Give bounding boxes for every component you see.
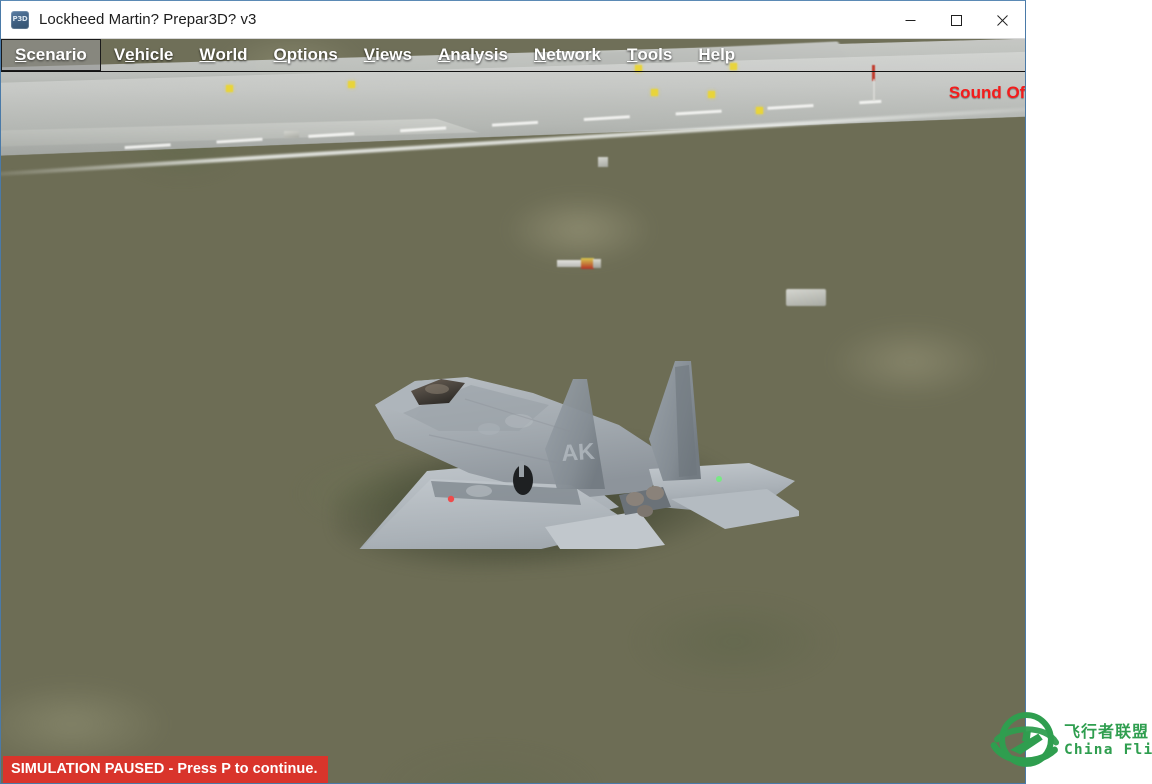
nose-landing-gear-strut bbox=[519, 461, 524, 477]
menu-accel-options: O bbox=[274, 45, 287, 65]
ground-object bbox=[598, 157, 608, 167]
menu-accel-scenario: S bbox=[15, 45, 26, 65]
runway-sign-post bbox=[873, 79, 875, 101]
tail-code: AK bbox=[561, 438, 596, 466]
menu-accel-analysis: A bbox=[438, 45, 450, 65]
menu-item-network[interactable]: Network bbox=[521, 39, 614, 71]
nozzle-detail-b bbox=[646, 486, 664, 500]
close-icon bbox=[997, 15, 1008, 26]
ground-object bbox=[284, 131, 299, 138]
menu-item-scenario[interactable]: Scenario bbox=[1, 39, 101, 71]
menu-accel-world: W bbox=[199, 45, 215, 65]
watermark-title-en: China Flier bbox=[1064, 743, 1152, 758]
menu-accel-help: H bbox=[698, 45, 710, 65]
menu-accel-network: N bbox=[534, 45, 546, 65]
taxiway-marker bbox=[651, 89, 658, 96]
simulation-viewport[interactable]: AK Sound Off SIMULA bbox=[1, 39, 1025, 783]
menu-label-scenario: cenario bbox=[26, 45, 86, 65]
nozzle-detail-c bbox=[637, 505, 653, 517]
left-vertical-stabilizer bbox=[545, 379, 605, 489]
vehicle-body bbox=[557, 260, 583, 267]
close-button[interactable] bbox=[979, 1, 1025, 39]
window-title: Lockheed Martin? Prepar3D? v3 bbox=[39, 11, 256, 28]
menu-item-help[interactable]: Help bbox=[685, 39, 748, 71]
nav-light-green bbox=[716, 476, 722, 482]
title-bar[interactable]: P3D Lockheed Martin? Prepar3D? v3 bbox=[1, 1, 1025, 39]
menu-label-help: elp bbox=[711, 45, 736, 65]
taxiway-marker bbox=[348, 81, 355, 88]
nozzle-detail-a bbox=[626, 492, 644, 506]
taxiway-marker bbox=[756, 107, 763, 114]
ground-object bbox=[786, 289, 826, 306]
window-controls[interactable] bbox=[887, 1, 1025, 39]
wing-roundel bbox=[466, 485, 492, 497]
menu-item-options[interactable]: Options bbox=[261, 39, 351, 71]
user-aircraft-f22[interactable]: AK bbox=[319, 339, 799, 549]
maximize-icon bbox=[951, 15, 962, 26]
menu-item-world[interactable]: World bbox=[186, 39, 260, 71]
menu-label-network: etwork bbox=[546, 45, 601, 65]
watermark-title-cn: 飞行者联盟 bbox=[1064, 724, 1152, 740]
taxiway-marker bbox=[226, 85, 233, 92]
application-window: AK Sound Off SIMULA bbox=[0, 0, 1026, 784]
menu-item-tools[interactable]: Tools bbox=[614, 39, 685, 71]
menu-item-vehicle[interactable]: Vehicle bbox=[101, 39, 187, 71]
p3d-app-icon: P3D bbox=[11, 11, 29, 29]
maximize-button[interactable] bbox=[933, 1, 979, 39]
ground-vehicle bbox=[557, 257, 603, 271]
nav-light-red bbox=[448, 496, 454, 502]
minimize-icon bbox=[905, 15, 916, 26]
menu-prefix-vehicle: V bbox=[114, 45, 125, 65]
sound-status-indicator: Sound Off bbox=[949, 83, 1025, 103]
minimize-button[interactable] bbox=[887, 1, 933, 39]
app-icon-text: P3D bbox=[13, 16, 28, 23]
menu-label-vehicle: hicle bbox=[135, 45, 174, 65]
menu-item-views[interactable]: Views bbox=[351, 39, 425, 71]
menu-label-tools: ools bbox=[637, 45, 672, 65]
menu-accel-tools: T bbox=[627, 45, 637, 65]
simulation-paused-banner: SIMULATION PAUSED - Press P to continue. bbox=[3, 756, 328, 783]
menu-accel-vehicle: e bbox=[125, 45, 134, 65]
taxiway-marker bbox=[708, 91, 715, 98]
vehicle-tail bbox=[593, 259, 601, 268]
menu-label-analysis: nalysis bbox=[450, 45, 508, 65]
watermark-text: 飞行者联盟 China Flier bbox=[1064, 724, 1152, 758]
canopy-glare bbox=[425, 384, 449, 394]
main-menu-bar[interactable]: Scenario Vehicle World Options Views Ana… bbox=[1, 39, 1025, 72]
menu-label-options: ptions bbox=[287, 45, 338, 65]
fuselage-marking-2 bbox=[478, 423, 500, 435]
menu-item-analysis[interactable]: Analysis bbox=[425, 39, 521, 71]
menu-label-world: orld bbox=[215, 45, 247, 65]
menu-accel-views: V bbox=[364, 45, 375, 65]
menu-label-views: iews bbox=[375, 45, 412, 65]
